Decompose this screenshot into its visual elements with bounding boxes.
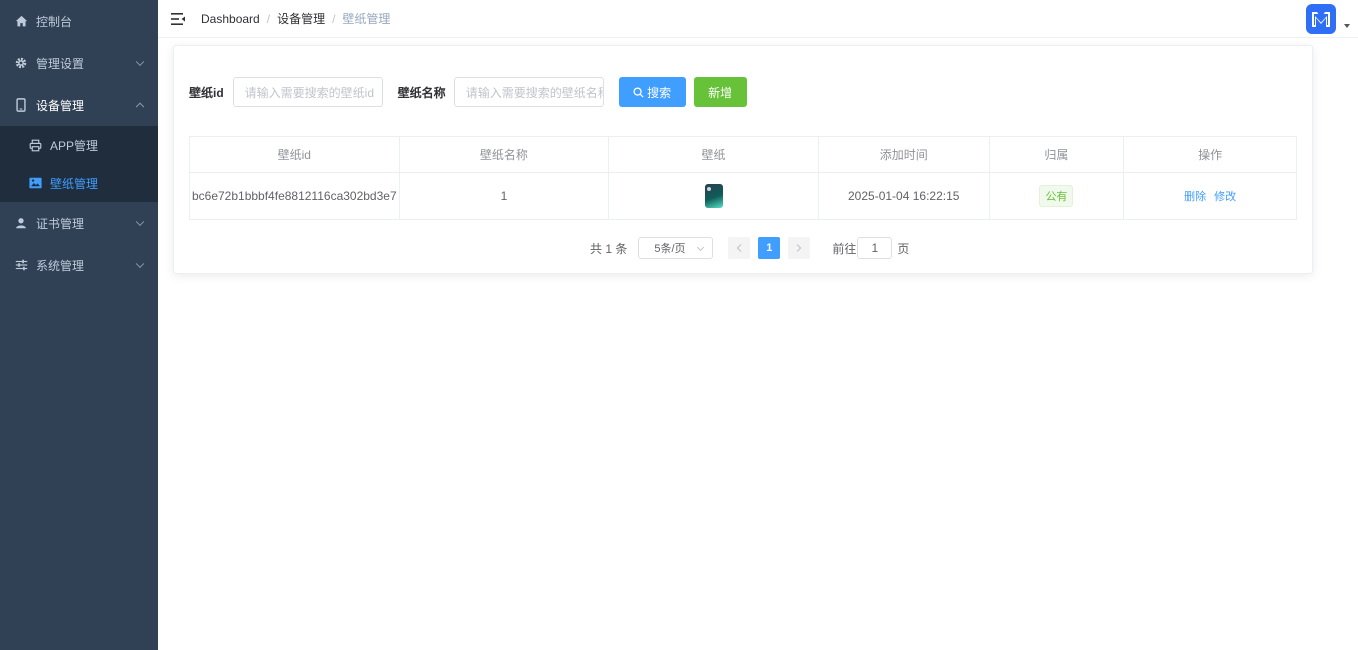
pagination: 共 1 条 5条/页 1 前往 1 页 <box>590 237 909 259</box>
sidebar-item-label: 壁纸管理 <box>50 176 99 191</box>
chevron-down-icon <box>135 57 145 67</box>
goto-suffix: 页 <box>897 241 910 256</box>
breadcrumb-dashboard[interactable]: Dashboard <box>201 12 260 26</box>
prev-page-button[interactable] <box>728 237 751 259</box>
breadcrumb-separator: / <box>332 11 336 26</box>
content-card: 壁纸id 请输入需要搜索的壁纸id 壁纸名称 请输入需要搜索的壁纸名称 搜索 新… <box>173 45 1313 274</box>
page-jumper: 前往 1 页 <box>832 237 909 259</box>
hamburger-icon[interactable] <box>171 12 185 26</box>
table-row: bc6e72b1bbbf4fe8812116ca302bd3e7 1 2025-… <box>190 173 1296 219</box>
sliders-icon <box>14 258 28 272</box>
top-navbar: Dashboard / 设备管理 / 壁纸管理 <box>158 0 1358 38</box>
column-header: 壁纸 <box>609 137 819 173</box>
column-header: 操作 <box>1124 137 1296 173</box>
search-form: 壁纸id 请输入需要搜索的壁纸id 壁纸名称 请输入需要搜索的壁纸名称 搜索 新… <box>189 77 747 107</box>
chevron-down-icon <box>697 243 705 252</box>
wallpaper-id-input[interactable]: 请输入需要搜索的壁纸id <box>232 77 383 107</box>
cell-created-time: 2025-01-04 16:22:15 <box>819 173 990 219</box>
user-icon <box>14 216 28 230</box>
avatar[interactable] <box>1306 4 1336 34</box>
column-header: 壁纸id <box>190 137 400 173</box>
home-icon <box>14 14 28 28</box>
sidebar-item-certificate-management[interactable]: 证书管理 <box>0 202 158 244</box>
search-icon <box>633 86 644 98</box>
cell-wallpaper-id: bc6e72b1bbbf4fe8812116ca302bd3e7 <box>190 173 400 219</box>
sidebar-item-wallpaper-management[interactable]: 壁纸管理 <box>0 164 158 202</box>
picture-icon <box>28 176 42 190</box>
breadcrumb-separator: / <box>266 11 271 26</box>
gear-icon <box>14 56 28 70</box>
sidebar-item-label: APP管理 <box>50 138 99 153</box>
sidebar-item-system-management[interactable]: 系统管理 <box>0 244 158 286</box>
sidebar: 控制台 管理设置 设备管理 APP管理 壁纸管理 证书管理 系统管理 <box>0 0 158 650</box>
chevron-down-icon <box>135 259 145 269</box>
page-number-button[interactable]: 1 <box>758 237 781 259</box>
tablet-icon <box>14 98 28 112</box>
cell-actions: 删除 修改 <box>1124 173 1296 219</box>
page-size-value: 5条/页 <box>654 243 686 255</box>
pagination-total: 共 1 条 <box>590 241 628 256</box>
breadcrumb-device-management[interactable]: 设备管理 <box>277 10 325 27</box>
caret-down-icon[interactable] <box>1344 24 1350 28</box>
wallpaper-name-label: 壁纸名称 <box>397 85 446 100</box>
page-size-select[interactable]: 5条/页 <box>638 237 714 259</box>
wallpaper-name-input[interactable]: 请输入需要搜索的壁纸名称 <box>453 77 604 107</box>
next-page-button[interactable] <box>788 237 811 259</box>
cell-wallpaper-image <box>609 173 819 219</box>
sidebar-item-dashboard[interactable]: 控制台 <box>0 0 158 42</box>
goto-page-input[interactable]: 1 <box>857 237 893 259</box>
chevron-down-icon <box>135 217 145 227</box>
wallpaper-id-label: 壁纸id <box>189 85 224 100</box>
sidebar-item-management-settings[interactable]: 管理设置 <box>0 42 158 84</box>
breadcrumb-wallpaper-management: 壁纸管理 <box>342 12 391 26</box>
sidebar-item-device-management[interactable]: 设备管理 <box>0 84 158 126</box>
chevron-right-icon <box>796 244 802 252</box>
sidebar-item-label: 系统管理 <box>36 258 85 273</box>
edit-link[interactable]: 修改 <box>1214 188 1236 204</box>
breadcrumb: Dashboard / 设备管理 / 壁纸管理 <box>201 10 390 27</box>
sidebar-item-label: 管理设置 <box>36 56 85 71</box>
submenu-device-management: APP管理 壁纸管理 <box>0 126 158 202</box>
chevron-up-icon <box>135 102 145 112</box>
chevron-left-icon <box>736 244 742 252</box>
sidebar-item-label: 设备管理 <box>36 98 85 113</box>
goto-prefix: 前往 <box>832 241 857 256</box>
cell-wallpaper-name: 1 <box>400 173 610 219</box>
column-header: 添加时间 <box>818 137 990 173</box>
search-button[interactable]: 搜索 <box>618 77 686 107</box>
wallpaper-table: 壁纸id 壁纸名称 壁纸 添加时间 归属 操作 bc6e72b1bbbf4fe8… <box>189 136 1297 220</box>
sidebar-item-label: 控制台 <box>36 14 73 29</box>
delete-link[interactable]: 删除 <box>1184 188 1206 204</box>
wallpaper-thumbnail[interactable] <box>704 184 723 208</box>
table-header: 壁纸id 壁纸名称 壁纸 添加时间 归属 操作 <box>190 137 1296 173</box>
column-header: 壁纸名称 <box>399 137 610 173</box>
printer-icon <box>28 138 42 152</box>
sidebar-item-app-management[interactable]: APP管理 <box>0 126 158 164</box>
column-header: 归属 <box>989 137 1125 173</box>
cell-owner: 公有 <box>990 173 1125 219</box>
owner-tag: 公有 <box>1039 185 1074 207</box>
sidebar-item-label: 证书管理 <box>36 216 85 231</box>
add-button[interactable]: 新增 <box>693 77 747 107</box>
search-button-label: 搜索 <box>647 85 672 100</box>
